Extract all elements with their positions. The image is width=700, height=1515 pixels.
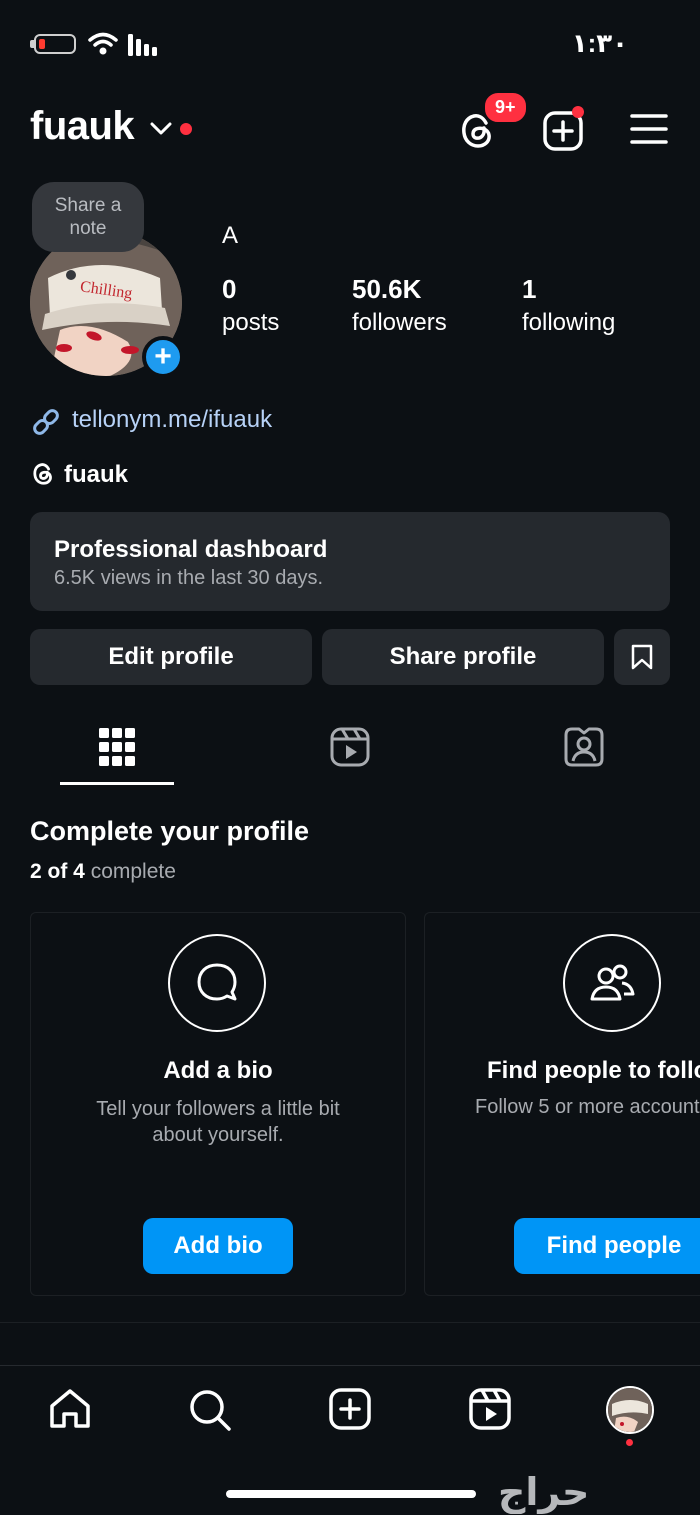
progress-count: 2 of 4 <box>30 860 85 883</box>
following-count: 1 <box>522 274 537 304</box>
add-bio-button[interactable]: Add bio <box>143 1218 293 1274</box>
account-notification-dot <box>180 123 192 135</box>
find-people-button[interactable]: Find people <box>514 1218 700 1274</box>
battery-icon <box>34 34 76 54</box>
saved-button[interactable] <box>614 629 670 685</box>
nav-create-icon[interactable] <box>328 1388 372 1430</box>
tab-tagged-icon[interactable] <box>564 727 604 767</box>
share-profile-button[interactable]: Share profile <box>322 629 604 685</box>
watermark: حراج <box>498 1472 590 1514</box>
add-bio-description: Tell your followers a little bit about y… <box>31 1096 405 1148</box>
nav-reels-icon[interactable] <box>468 1388 512 1430</box>
edit-profile-button[interactable]: Edit profile <box>30 629 312 685</box>
find-people-title: Find people to follow <box>487 1057 700 1084</box>
content-divider <box>0 1322 700 1323</box>
followers-label: followers <box>352 309 447 336</box>
people-icon <box>590 964 635 1001</box>
dashboard-subtitle: 6.5K views in the last 30 days. <box>54 567 324 589</box>
note-bubble-tail <box>66 270 76 280</box>
home-indicator <box>226 1490 476 1498</box>
bio-link[interactable]: tellonym.me/ifuauk <box>72 406 272 434</box>
link-icon <box>33 409 59 435</box>
professional-dashboard-card[interactable]: Professional dashboard 6.5K views in the… <box>30 512 670 611</box>
following-label: following <box>522 309 616 336</box>
nav-profile-avatar[interactable] <box>606 1386 654 1434</box>
followers-count: 50.6K <box>352 274 422 304</box>
tab-grid-icon[interactable] <box>99 728 135 766</box>
speech-bubble-icon <box>197 963 237 1001</box>
menu-icon[interactable] <box>630 112 668 146</box>
add-bio-card: Add a bio Tell your followers a little b… <box>30 912 406 1296</box>
nav-avatar-photo <box>608 1388 652 1432</box>
posts-count: 0 <box>222 274 237 304</box>
complete-profile-title: Complete your profile <box>30 816 310 846</box>
tab-reels-icon[interactable] <box>330 727 370 767</box>
stat-posts[interactable]: 0 posts <box>222 274 279 337</box>
add-bio-desc-line1: Tell your followers a little bit <box>96 1098 340 1120</box>
stat-followers[interactable]: 50.6K followers <box>352 274 447 337</box>
tabbar-divider <box>0 1365 700 1366</box>
nav-home-icon[interactable] <box>48 1388 92 1430</box>
username-switcher[interactable]: fuauk <box>30 104 135 149</box>
bookmark-icon <box>631 644 653 670</box>
posts-label: posts <box>222 309 280 336</box>
threads-small-icon <box>33 463 52 485</box>
add-story-button[interactable]: + <box>142 336 184 378</box>
display-name: A <box>222 222 239 249</box>
bio-icon-circle <box>168 934 266 1032</box>
wifi-icon <box>88 32 118 55</box>
nav-search-icon[interactable] <box>188 1388 232 1432</box>
chevron-down-icon[interactable] <box>150 122 172 136</box>
create-notification-dot <box>572 106 584 118</box>
active-tab-indicator <box>60 782 174 785</box>
add-bio-title: Add a bio <box>163 1057 273 1084</box>
add-bio-desc-line2: about yourself. <box>152 1124 284 1146</box>
share-note-label: Share a note <box>54 195 122 239</box>
status-time: ١:٣٠ <box>571 28 628 58</box>
threads-handle-link[interactable]: fuauk <box>64 461 128 489</box>
find-people-card: Find people to follow Follow 5 or more a… <box>424 912 700 1296</box>
dashboard-title: Professional dashboard <box>54 536 328 563</box>
progress-word: complete <box>90 860 176 883</box>
status-bar: ١:٣٠ <box>0 0 700 90</box>
share-note-bubble[interactable]: Share a note <box>32 182 144 252</box>
stat-following[interactable]: 1 following <box>522 274 615 337</box>
find-people-description: Follow 5 or more accounts <box>475 1096 700 1118</box>
cellular-signal-icon <box>128 34 157 56</box>
threads-badge: 9+ <box>482 90 529 125</box>
complete-profile-progress: 2 of 4 complete <box>30 860 176 884</box>
profile-notification-dot <box>626 1439 633 1446</box>
people-icon-circle <box>563 934 661 1032</box>
